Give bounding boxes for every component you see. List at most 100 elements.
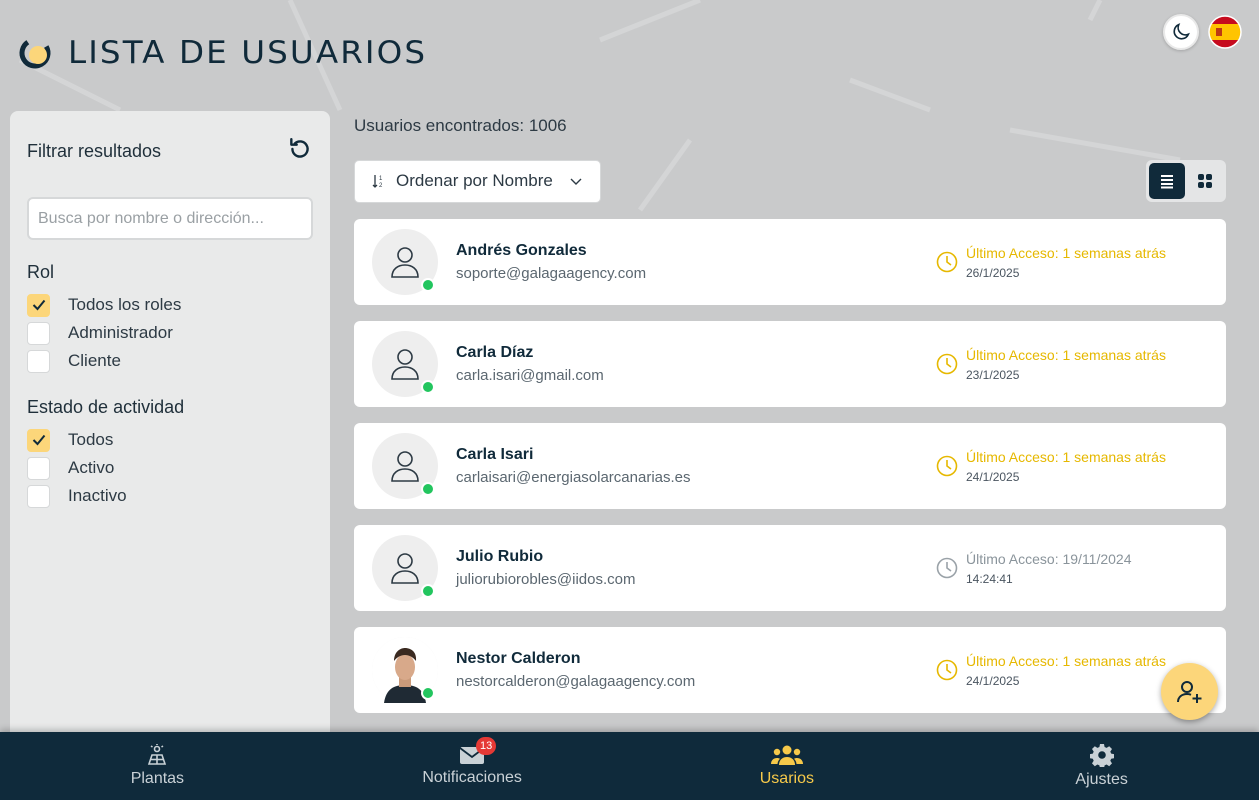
user-email: soporte@galagaagency.com (456, 265, 647, 282)
user-icon (391, 451, 419, 482)
checkbox[interactable] (27, 321, 50, 345)
activity-section-title: Estado de actividad (27, 397, 185, 417)
clock-icon (936, 251, 958, 273)
spain-flag-icon (1208, 15, 1242, 49)
user-icon (391, 553, 419, 584)
user-icon (391, 349, 419, 380)
sort-icon: 12 (372, 175, 383, 189)
user-name: Andrés Gonzales (456, 242, 587, 259)
list-icon (1161, 175, 1173, 189)
role-filter-list: Todos los roles Administrador Cliente (27, 291, 313, 375)
user-name: Julio Rubio (456, 548, 544, 565)
notification-badge: 13 (476, 737, 497, 755)
reset-filters-button[interactable] (287, 136, 313, 167)
filter-option[interactable]: Cliente (27, 347, 313, 375)
filter-option-label: Cliente (68, 351, 121, 370)
clock-icon (936, 353, 958, 375)
user-card[interactable]: Carla Díaz carla.isari@gmail.com Último Ac… (354, 321, 1226, 407)
online-status-dot (421, 686, 435, 700)
search-input[interactable] (27, 197, 313, 240)
user-card[interactable]: Julio Rubio juliorubiorobles@iidos.com Últ… (354, 525, 1226, 611)
users-icon (770, 745, 803, 765)
nav-label: Notificaciones (422, 769, 522, 786)
filter-sidebar: Filtrar resultados Rol Todos los roles Ad… (10, 111, 330, 751)
filter-option[interactable]: Activo (27, 454, 313, 482)
filter-option[interactable]: Inactivo (27, 482, 313, 510)
clock-icon (936, 455, 958, 477)
last-access-date: 24/1/2025 (966, 674, 1020, 688)
results-count: Usuarios encontrados: 1006 (354, 116, 567, 135)
last-access: Último Acceso: 1 semanas atrás 26/1/2025 (936, 245, 1166, 280)
last-access: Último Acceso: 1 semanas atrás 24/1/2025 (936, 449, 1166, 484)
filter-option-label: Todos los roles (68, 295, 182, 314)
theme-toggle-button[interactable] (1163, 14, 1199, 50)
checkbox[interactable] (27, 293, 50, 317)
online-status-dot (421, 278, 435, 292)
page-title: LISTA DE USUARIOS (68, 35, 428, 71)
solar-panel-icon (148, 744, 167, 765)
nav-item-plantas[interactable]: Plantas (0, 732, 315, 800)
check-icon (32, 434, 45, 446)
filter-option-label: Todos (68, 430, 114, 449)
nav-label: Ajustes (1075, 771, 1128, 788)
last-access-label: Último Acceso: 1 semanas atrás (966, 449, 1166, 465)
bottom-nav: Plantas 13 Notificaciones Usarios Ajuste… (0, 732, 1259, 800)
filter-option[interactable]: Todos los roles (27, 291, 313, 319)
filter-option[interactable]: Administrador (27, 319, 313, 347)
svg-text:2: 2 (379, 183, 383, 189)
checkbox[interactable] (27, 428, 50, 452)
filter-option[interactable]: Todos (27, 426, 313, 454)
user-email: nestorcalderon@galagaagency.com (456, 673, 696, 690)
grid-icon (1198, 174, 1212, 188)
user-card[interactable]: Carla Isari carlaisari@energiasolarcanari… (354, 423, 1226, 509)
sort-label: Ordenar por Nombre (396, 171, 553, 190)
last-access: Último Acceso: 1 semanas atrás 24/1/2025 (936, 653, 1166, 688)
clock-icon (936, 557, 958, 579)
activity-filter-list: Todos Activo Inactivo (27, 426, 313, 510)
last-access-label: Último Acceso: 19/11/2024 (966, 551, 1132, 567)
checkbox[interactable] (27, 484, 50, 508)
chevron-down-icon (570, 178, 582, 185)
role-section-title: Rol (27, 262, 55, 282)
grid-view-button[interactable] (1187, 163, 1223, 199)
language-button[interactable] (1207, 14, 1243, 50)
nav-item-usuarios[interactable]: Usarios (630, 732, 945, 800)
last-access-date: 23/1/2025 (966, 368, 1020, 382)
check-icon (32, 299, 45, 311)
user-email: carla.isari@gmail.com (456, 367, 604, 384)
last-access: Último Acceso: 19/11/2024 14:24:41 (936, 551, 1132, 586)
top-actions (1163, 14, 1243, 50)
last-access-date: 24/1/2025 (966, 470, 1020, 484)
checkbox[interactable] (27, 349, 50, 373)
online-status-dot (421, 380, 435, 394)
nav-label: Plantas (130, 770, 185, 787)
last-access-label: Último Acceso: 1 semanas atrás (966, 653, 1166, 669)
logo-icon (18, 36, 52, 70)
user-list-panel: Usuarios encontrados: 1006 12 Ordenar po… (354, 111, 1226, 729)
view-toggle (1146, 160, 1226, 202)
nav-item-ajustes[interactable]: Ajustes (944, 732, 1259, 800)
last-access-date: 26/1/2025 (966, 266, 1020, 280)
user-card[interactable]: Nestor Calderon nestorcalderon@galagaagen… (354, 627, 1226, 713)
online-status-dot (421, 584, 435, 598)
user-list: Andrés Gonzales soporte@galagaagency.com Ú… (354, 219, 1226, 713)
checkbox[interactable] (27, 456, 50, 480)
add-user-button[interactable] (1161, 663, 1218, 720)
last-access-label: Último Acceso: 1 semanas atrás (966, 245, 1166, 261)
filter-option-label: Inactivo (68, 486, 127, 505)
user-icon (391, 247, 419, 278)
add-user-icon (1176, 680, 1201, 703)
user-email: carlaisari@energiasolarcanarias.es (456, 469, 691, 486)
filter-option-label: Activo (68, 458, 115, 477)
user-name: Carla Isari (456, 446, 534, 463)
filter-title: Filtrar resultados (27, 140, 162, 161)
user-name: Nestor Calderon (456, 650, 581, 667)
last-access-label: Último Acceso: 1 semanas atrás (966, 347, 1166, 363)
user-name: Carla Díaz (456, 344, 534, 361)
nav-item-notificaciones[interactable]: 13 Notificaciones (315, 732, 630, 800)
list-view-button[interactable] (1149, 163, 1185, 199)
user-card[interactable]: Andrés Gonzales soporte@galagaagency.com Ú… (354, 219, 1226, 305)
user-email: juliorubiorobles@iidos.com (456, 571, 636, 588)
moon-icon (1173, 23, 1190, 40)
sort-dropdown[interactable]: 12 Ordenar por Nombre (354, 159, 601, 203)
